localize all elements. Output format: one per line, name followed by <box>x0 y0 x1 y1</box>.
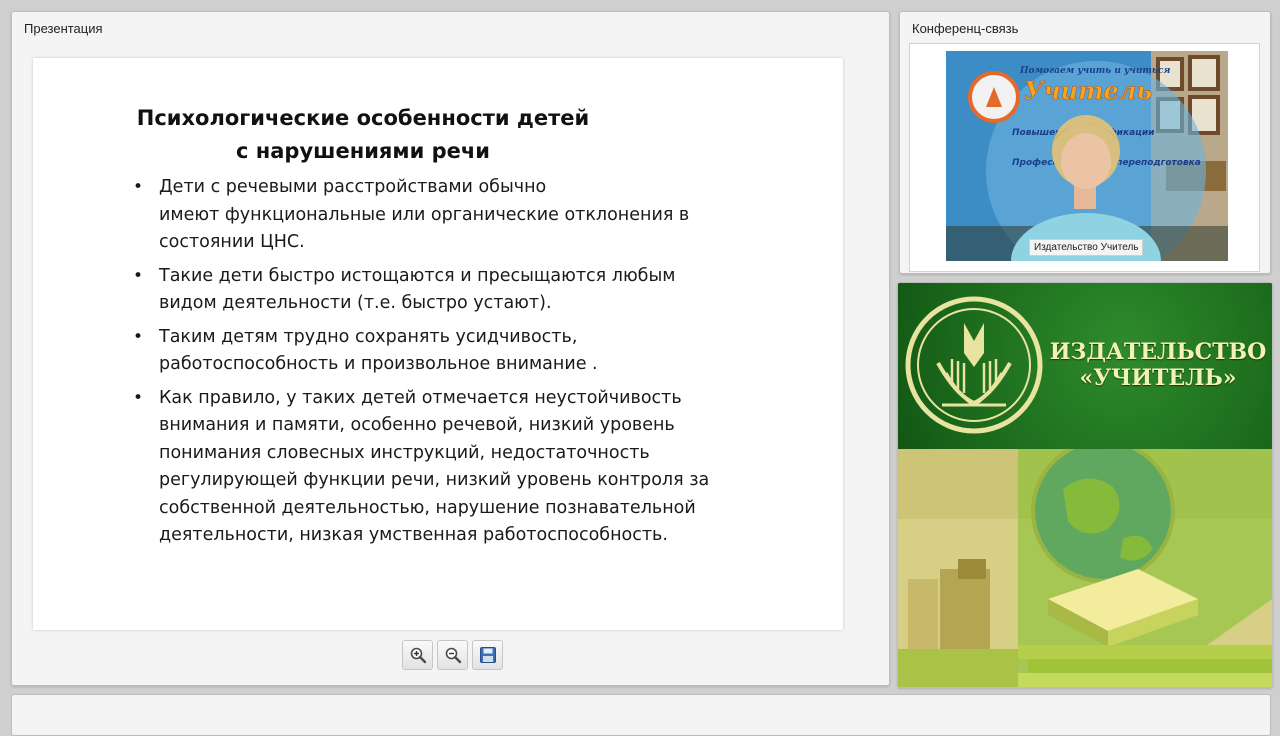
conference-panel: Конференц-связь Помогаем учить и учиться… <box>899 11 1271 274</box>
slide-bullet: • Таким детям трудно сохранять усидчивос… <box>133 324 753 379</box>
bullet-line: Как правило, у таких детей отмечается не… <box>159 387 682 408</box>
slide-title: Психологические особенности детей с нару… <box>33 102 693 168</box>
publisher-logo-icon <box>905 296 1043 434</box>
books-globe-illustration <box>898 449 1272 687</box>
bullet-dot-icon: • <box>133 265 144 286</box>
slide-title-line-2: с нарушениями речи <box>235 139 490 163</box>
save-icon <box>479 647 496 663</box>
bullet-line: понимания словесных инструкций, недостат… <box>159 442 650 463</box>
bullet-dot-icon: • <box>133 177 144 197</box>
slide-title-line-1: Психологические особенности детей <box>136 106 590 130</box>
video-frame: Помогаем учить и учиться Учитель Повышен… <box>909 43 1260 272</box>
bullet-line: деятельности, низкая умственная работосп… <box>159 525 668 545</box>
slide-bullet: • Такие дети быстро истощаются и пресыща… <box>133 263 753 318</box>
slide-toolbar <box>402 640 503 670</box>
bullet-dot-icon: • <box>133 387 144 408</box>
presentation-slide: Психологические особенности детей с нару… <box>33 58 843 630</box>
video-banner-tagline: Помогаем учить и учиться <box>1019 66 1170 76</box>
bullet-line: состоянии ЦНС. <box>159 232 305 252</box>
bottom-panel <box>11 694 1271 736</box>
bullet-line: Дети с речевыми расстройствами обычно <box>159 177 547 197</box>
presentation-panel-title: Презентация <box>24 21 103 36</box>
conference-panel-title: Конференц-связь <box>912 21 1019 36</box>
presentation-panel: Презентация Психологические особенности … <box>11 11 890 686</box>
bullet-line: работоспособность и произвольное внимани… <box>159 354 598 374</box>
brand-illustration <box>898 449 1272 687</box>
slide-bullet: • Дети с речевыми расстройствами обычно … <box>133 174 753 257</box>
video-feed[interactable]: Помогаем учить и учиться Учитель Повышен… <box>946 51 1228 261</box>
zoom-in-button[interactable] <box>402 640 433 670</box>
slide-bullet: • Как правило, у таких детей отмечается … <box>133 385 753 550</box>
bullet-line: Таким детям трудно сохранять усидчивость… <box>159 326 578 347</box>
bullet-line: внимания и памяти, особенно речевой, низ… <box>159 415 675 435</box>
brand-name: ИЗДАТЕЛЬСТВО «УЧИТЕЛЬ» <box>1048 339 1268 391</box>
bullet-line: собственной деятельностью, нарушение поз… <box>159 497 696 518</box>
video-banner-brand: Учитель <box>1024 76 1152 105</box>
video-caption: Издательство Учитель <box>1029 239 1144 256</box>
brand-header: ИЗДАТЕЛЬСТВО «УЧИТЕЛЬ» <box>898 283 1272 449</box>
bullet-line: Такие дети быстро истощаются и пресыщают… <box>159 265 676 286</box>
brand-name-line-1: ИЗДАТЕЛЬСТВО <box>1049 339 1267 365</box>
brand-name-line-2: «УЧИТЕЛЬ» <box>1079 365 1237 391</box>
zoom-out-button[interactable] <box>437 640 468 670</box>
zoom-out-icon <box>445 647 461 664</box>
video-scene: Помогаем учить и учиться Учитель Повышен… <box>946 51 1228 261</box>
bullet-dot-icon: • <box>133 326 144 347</box>
save-button[interactable] <box>472 640 503 670</box>
brand-panel: ИЗДАТЕЛЬСТВО «УЧИТЕЛЬ» <box>897 282 1273 688</box>
zoom-in-icon <box>410 647 426 664</box>
bullet-line: регулирующей функции речи, низкий уровен… <box>159 470 710 490</box>
slide-bullet-list: • Дети с речевыми расстройствами обычно … <box>133 174 753 556</box>
bullet-line: имеют функциональные или органические от… <box>159 204 690 225</box>
bullet-line: видом деятельности (т.е. быстро устают). <box>159 293 552 313</box>
